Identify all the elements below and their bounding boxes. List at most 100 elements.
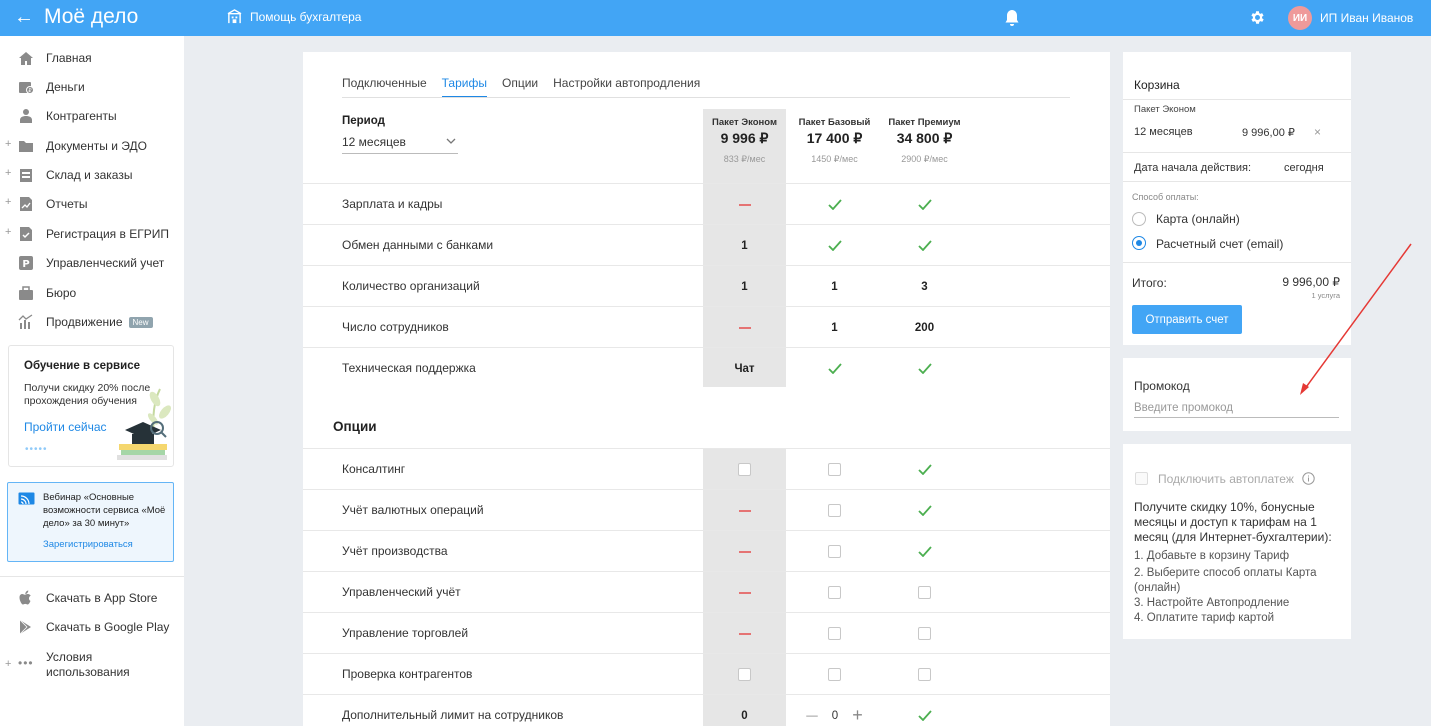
sidebar-item-registration[interactable]: + Регистрация в ЕГРИП xyxy=(0,221,184,247)
payment-invoice-radio[interactable] xyxy=(1132,236,1146,250)
option-checkbox[interactable] xyxy=(918,586,931,599)
tab-options[interactable]: Опции xyxy=(502,76,538,98)
sidebar-item-contractors[interactable]: Контрагенты xyxy=(0,103,184,129)
expand-plus-icon[interactable]: + xyxy=(5,226,11,238)
check-icon xyxy=(827,240,842,251)
sidebar-item-money[interactable]: ₽ Деньги xyxy=(0,74,184,100)
table-cell[interactable] xyxy=(793,572,876,613)
table-cell: 1 xyxy=(703,225,786,266)
sidebar: Главная ₽ Деньги Контрагенты + Документы… xyxy=(0,36,184,726)
option-checkbox[interactable] xyxy=(738,463,751,476)
start-training-link[interactable]: Пройти сейчас xyxy=(24,420,107,434)
table-cell[interactable] xyxy=(793,613,876,654)
sidebar-item-promotion[interactable]: Продвижение New xyxy=(0,309,184,335)
gear-icon[interactable] xyxy=(1249,9,1266,26)
sidebar-item-google-play[interactable]: Скачать в Google Play xyxy=(0,614,184,640)
table-cell xyxy=(883,184,966,225)
option-checkbox[interactable] xyxy=(828,627,841,640)
sidebar-item-bureau[interactable]: Бюро xyxy=(0,280,184,306)
sidebar-item-terms[interactable]: + ••• Условия использования xyxy=(0,650,184,682)
chart-icon xyxy=(18,314,33,329)
package-price: 17 400 ₽ xyxy=(806,130,863,146)
sidebar-item-app-store[interactable]: Скачать в App Store xyxy=(0,585,184,611)
package-economy-header[interactable]: Пакет Эконом 9 996 ₽ 833 ₽/мес xyxy=(703,117,786,165)
row-label: Учёт производства xyxy=(342,544,448,558)
payment-invoice-label[interactable]: Расчетный счет (email) xyxy=(1156,237,1283,251)
option-checkbox[interactable] xyxy=(828,504,841,517)
promo-code-input[interactable] xyxy=(1134,398,1339,418)
send-invoice-button[interactable]: Отправить счет xyxy=(1132,305,1242,334)
management-icon: P xyxy=(19,256,33,270)
tab-connected[interactable]: Подключенные xyxy=(342,76,427,98)
expand-plus-icon[interactable]: + xyxy=(5,138,11,150)
payment-card-label[interactable]: Карта (онлайн) xyxy=(1156,212,1240,226)
sidebar-item-reports[interactable]: + Отчеты xyxy=(0,191,184,217)
carousel-dots[interactable]: ••••• xyxy=(25,444,48,455)
payment-card-radio[interactable] xyxy=(1132,212,1146,226)
cell-value: 1 xyxy=(831,321,838,334)
table-cell[interactable] xyxy=(883,613,966,654)
sidebar-item-label: Документы и ЭДО xyxy=(46,139,147,153)
promo-code-label: Промокод xyxy=(1134,379,1190,393)
table-cell[interactable] xyxy=(883,654,966,695)
user-name[interactable]: ИП Иван Иванов xyxy=(1320,11,1413,25)
sidebar-item-management[interactable]: P Управленческий учет xyxy=(0,250,184,276)
check-icon xyxy=(827,199,842,210)
sidebar-item-warehouse[interactable]: + Склад и заказы xyxy=(0,162,184,188)
table-cell: 1 xyxy=(793,307,876,348)
table-cell[interactable] xyxy=(793,531,876,572)
period-select[interactable]: 12 месяцев xyxy=(342,132,458,154)
check-icon xyxy=(917,546,932,557)
package-basic-header[interactable]: Пакет Базовый 17 400 ₽ 1450 ₽/мес xyxy=(793,117,876,165)
package-premium-header[interactable]: Пакет Премиум 34 800 ₽ 2900 ₽/мес xyxy=(883,117,966,165)
expand-plus-icon[interactable]: + xyxy=(5,196,11,208)
table-cell[interactable] xyxy=(793,449,876,490)
option-checkbox[interactable] xyxy=(828,668,841,681)
bell-icon[interactable] xyxy=(1004,9,1020,27)
avatar[interactable]: ИИ xyxy=(1288,6,1312,30)
tab-autorenewal-settings[interactable]: Настройки автопродления xyxy=(553,76,700,98)
sidebar-item-home[interactable]: Главная xyxy=(0,45,184,71)
help-accountant-link[interactable]: Помощь бухгалтера xyxy=(227,9,361,24)
register-link[interactable]: Зарегистрироваться xyxy=(43,539,133,550)
plus-icon[interactable]: + xyxy=(852,705,863,726)
table-row: Проверка контрагентов xyxy=(303,653,1110,694)
autopay-label[interactable]: Подключить автоплатеж xyxy=(1158,472,1294,486)
option-checkbox[interactable] xyxy=(738,668,751,681)
row-label: Зарплата и кадры xyxy=(342,197,443,211)
option-checkbox[interactable] xyxy=(828,463,841,476)
table-cell xyxy=(883,695,966,726)
sidebar-item-documents[interactable]: + Документы и ЭДО xyxy=(0,133,184,159)
sidebar-item-label: Управленческий учет xyxy=(46,256,165,270)
check-icon xyxy=(917,240,932,251)
check-icon xyxy=(917,505,932,516)
sidebar-item-label: Бюро xyxy=(46,286,77,300)
tab-tariffs[interactable]: Тарифы xyxy=(441,76,487,98)
expand-plus-icon[interactable]: + xyxy=(5,658,11,670)
autopay-step: 1. Добавьте в корзину Тариф xyxy=(1134,550,1290,562)
table-cell[interactable] xyxy=(793,654,876,695)
table-cell[interactable] xyxy=(793,490,876,531)
table-cell[interactable] xyxy=(703,654,786,695)
quantity-stepper[interactable]: — 0 + xyxy=(806,705,862,726)
info-icon[interactable] xyxy=(1302,472,1315,485)
option-checkbox[interactable] xyxy=(918,668,931,681)
minus-icon[interactable]: — xyxy=(806,710,818,722)
check-icon xyxy=(917,464,932,475)
option-checkbox[interactable] xyxy=(828,545,841,558)
back-arrow-icon[interactable]: ← xyxy=(14,6,34,28)
autopay-checkbox[interactable] xyxy=(1135,472,1148,485)
cell-value: 1 xyxy=(831,280,838,293)
table-cell xyxy=(703,572,786,613)
cell-value: 3 xyxy=(921,280,928,293)
option-checkbox[interactable] xyxy=(828,586,841,599)
row-label: Техническая поддержка xyxy=(342,361,476,375)
app-logo[interactable]: Моё дело xyxy=(44,5,138,29)
table-cell[interactable] xyxy=(883,572,966,613)
remove-item-icon[interactable]: × xyxy=(1314,125,1321,139)
tariffs-panel: Подключенные Тарифы Опции Настройки авто… xyxy=(303,52,1110,726)
option-checkbox[interactable] xyxy=(918,627,931,640)
table-cell[interactable] xyxy=(703,449,786,490)
start-date-value[interactable]: сегодня xyxy=(1284,162,1324,174)
expand-plus-icon[interactable]: + xyxy=(5,167,11,179)
